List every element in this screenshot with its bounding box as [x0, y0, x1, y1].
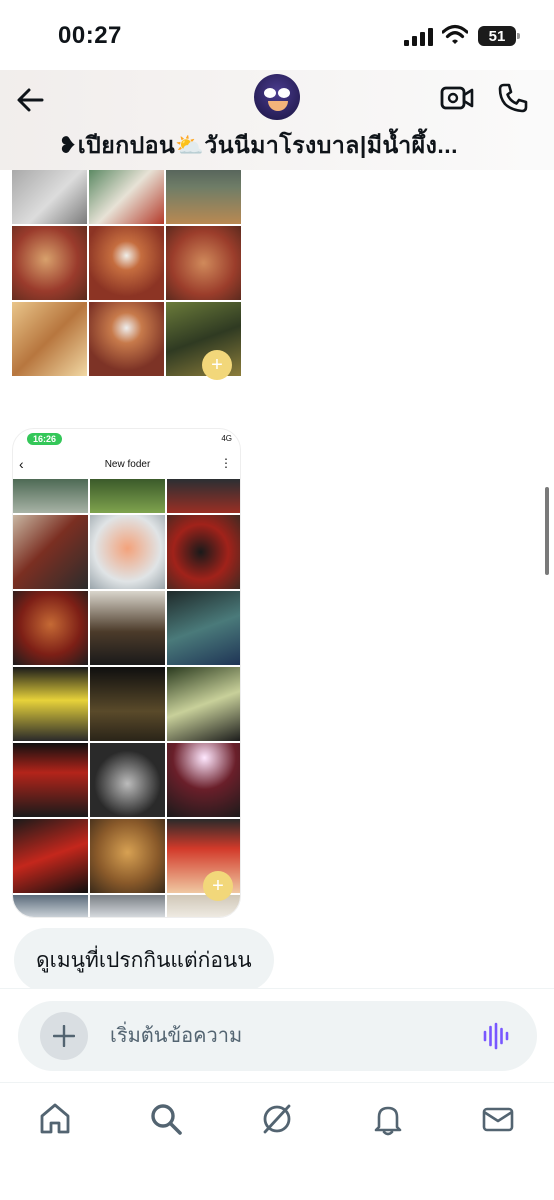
- grok-icon[interactable]: [259, 1101, 295, 1137]
- message-composer: [18, 1001, 537, 1071]
- photo-thumbnail: [90, 819, 165, 893]
- photo-thumbnail: [167, 479, 240, 513]
- conversation-header: ❥เปียกปอน⛅วันนีมาโรงบาล|มีน้ำผึ้ง...: [0, 70, 554, 170]
- home-icon[interactable]: [37, 1101, 73, 1137]
- plus-icon: [53, 1025, 75, 1047]
- composer-bar: [0, 988, 554, 1082]
- photo-thumbnail: [90, 591, 165, 665]
- photo-thumbnail: [90, 895, 165, 917]
- back-arrow-icon[interactable]: [14, 84, 46, 116]
- photo-thumbnail: [89, 226, 164, 300]
- embedded-status-bar: 16:26 4G: [13, 429, 240, 451]
- photo-thumbnail: [167, 895, 240, 917]
- video-call-icon[interactable]: [440, 84, 474, 112]
- embedded-network: 4G: [221, 434, 232, 443]
- bell-icon[interactable]: [370, 1101, 406, 1137]
- photo-thumbnail: [167, 591, 240, 665]
- signal-icon: [404, 28, 433, 46]
- photo-thumbnail: [13, 819, 88, 893]
- add-reaction-button[interactable]: +: [203, 871, 233, 901]
- photo-thumbnail: [89, 302, 164, 376]
- avatar-mouth: [268, 101, 288, 111]
- photo-thumbnail: [90, 667, 165, 741]
- photo-thumbnail: [167, 515, 240, 589]
- photo-thumbnail: [13, 895, 88, 917]
- media-message[interactable]: 16:26 4G ‹ New foder ⋮ +: [12, 428, 241, 918]
- battery-indicator: 51: [478, 26, 520, 46]
- add-reaction-button[interactable]: +: [202, 350, 232, 380]
- status-time: 00:27: [58, 22, 122, 49]
- photo-thumbnail: [13, 591, 88, 665]
- embedded-folder-header: ‹ New foder ⋮: [13, 451, 240, 477]
- photo-grid: [13, 479, 240, 917]
- photo-thumbnail: [12, 170, 87, 224]
- photo-thumbnail: [12, 226, 87, 300]
- bottom-navigation: [0, 1082, 554, 1200]
- scrollbar-thumb[interactable]: [545, 487, 549, 575]
- photo-thumbnail: [167, 743, 240, 817]
- photo-thumbnail: [90, 515, 165, 589]
- photo-thumbnail: [89, 170, 164, 224]
- photo-thumbnail: [12, 302, 87, 376]
- photo-thumbnail: [13, 667, 88, 741]
- photo-thumbnail: [90, 479, 165, 513]
- message-input[interactable]: [110, 1021, 470, 1051]
- message-bubble[interactable]: ดูเมนูที่เปรกกินแต่ก่อนน: [14, 928, 274, 988]
- avatar[interactable]: [254, 74, 300, 120]
- photo-thumbnail: [13, 479, 88, 513]
- photo-thumbnail: [167, 667, 240, 741]
- voice-wave-icon[interactable]: [482, 1021, 512, 1051]
- search-icon[interactable]: [148, 1101, 184, 1137]
- photo-thumbnail: [166, 170, 241, 224]
- media-message[interactable]: +: [12, 170, 241, 416]
- folder-title: New foder: [104, 459, 151, 470]
- conversation-title: ❥เปียกปอน⛅วันนีมาโรงบาล|มีน้ำผึ้ง...: [58, 132, 459, 158]
- photo-grid: [12, 170, 241, 376]
- photo-thumbnail: [13, 743, 88, 817]
- message-list[interactable]: + 16:26 4G ‹ New foder ⋮ + ดูเมนูที่เปรก…: [0, 170, 554, 988]
- avatar-eye: [264, 88, 276, 98]
- photo-thumbnail: [13, 515, 88, 589]
- wifi-icon: [442, 24, 468, 44]
- photo-thumbnail: [166, 226, 241, 300]
- mail-icon[interactable]: [480, 1101, 516, 1137]
- phone-icon[interactable]: [497, 82, 529, 114]
- photo-thumbnail: [90, 743, 165, 817]
- embedded-time: 16:26: [27, 433, 63, 445]
- status-bar: 00:27 51: [0, 0, 554, 70]
- avatar-eye: [278, 88, 290, 98]
- attach-button[interactable]: [40, 1012, 88, 1060]
- more-vertical-icon: ⋮: [220, 456, 232, 470]
